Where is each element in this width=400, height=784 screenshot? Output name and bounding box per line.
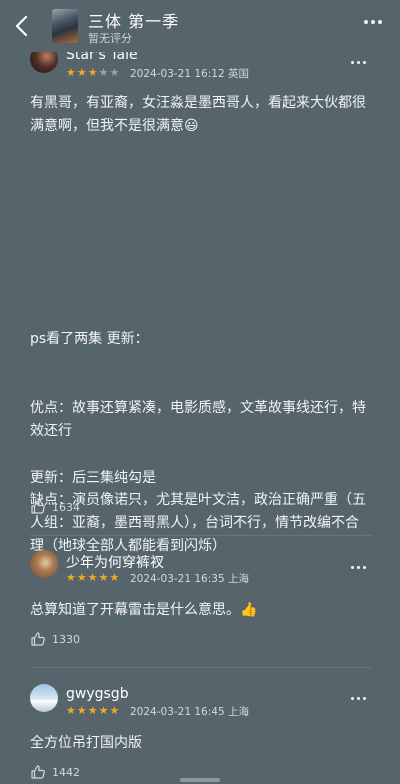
- review-username[interactable]: gwygsgb: [66, 686, 129, 702]
- thumbs-up-emoji: 👍: [240, 602, 258, 618]
- review-meta: 2024-03-21 16:35 上海: [130, 571, 249, 586]
- star-filled-icon: ★: [76, 571, 87, 584]
- review-meta: 2024-03-21 16:45 上海: [130, 704, 249, 719]
- home-indicator: [180, 778, 220, 782]
- review-divider: [30, 667, 372, 668]
- show-rating-status: 暂无评分: [88, 32, 132, 45]
- more-horizontal-icon: [351, 697, 354, 700]
- more-dot: [378, 20, 382, 24]
- star-filled-icon: ★: [98, 704, 109, 717]
- star-empty-icon: ★: [109, 66, 120, 79]
- review-date: 2024-03-21 16:35: [130, 573, 225, 585]
- review-final-update: 更新：后三集纯勾是: [30, 470, 156, 486]
- star-filled-icon: ★: [98, 571, 109, 584]
- thumbs-up-icon: [31, 500, 45, 514]
- review-text: 总算知道了开幕雷击是什么意思。: [30, 602, 240, 618]
- review-content: 全方位吊打国内版: [30, 735, 142, 751]
- star-filled-icon: ★: [109, 571, 120, 584]
- rating-stars: ★ ★ ★ ★ ★: [66, 67, 119, 79]
- star-filled-icon: ★: [76, 66, 87, 79]
- update-line: 缺点：演员像诺只，尤其是叶文洁，政治正确严重（五人组：亚裔，墨西哥黑人），台词不…: [30, 492, 366, 554]
- review-more-button[interactable]: [351, 566, 366, 569]
- like-button[interactable]: 1442: [30, 764, 80, 780]
- update-line: 优点：故事还算紧凑，电影质感，文革故事线还行，特效还行: [30, 400, 366, 439]
- review-date: 2024-03-21 16:12: [130, 68, 225, 80]
- chevron-left-icon: [15, 15, 28, 37]
- review-date: 2024-03-21 16:45: [130, 706, 225, 718]
- star-filled-icon: ★: [109, 704, 120, 717]
- top-nav-bar: 三体 第一季 暂无评分: [0, 0, 400, 52]
- star-filled-icon: ★: [87, 704, 98, 717]
- like-button[interactable]: 1634: [30, 499, 80, 515]
- review-location: 上海: [227, 573, 249, 585]
- rating-stars: ★ ★ ★ ★ ★: [66, 572, 119, 584]
- more-dot: [363, 566, 366, 569]
- review-username[interactable]: 少年为何穿裤衩: [66, 552, 164, 572]
- avatar[interactable]: [30, 684, 58, 712]
- more-dot: [357, 566, 360, 569]
- more-dot: [371, 20, 375, 24]
- star-filled-icon: ★: [87, 66, 98, 79]
- review-location: 英国: [227, 68, 249, 80]
- like-button[interactable]: 1330: [30, 631, 80, 647]
- more-dot: [363, 697, 366, 700]
- more-dot: [357, 697, 360, 700]
- more-dot: [357, 61, 360, 64]
- like-count: 1634: [52, 500, 80, 514]
- review-content: 有黑哥，有亚裔，女汪淼是墨西哥人，看起来大伙都很满意啊，但我不是很满意😃: [30, 92, 372, 138]
- review-divider: [30, 535, 372, 536]
- update-line: ps看了两集 更新：: [30, 331, 149, 347]
- rating-stars: ★ ★ ★ ★ ★: [66, 705, 119, 717]
- avatar[interactable]: [30, 550, 58, 578]
- thumbs-up-icon: [31, 632, 45, 646]
- star-filled-icon: ★: [66, 571, 76, 584]
- back-button[interactable]: [8, 12, 34, 40]
- star-filled-icon: ★: [87, 571, 98, 584]
- star-filled-icon: ★: [76, 704, 87, 717]
- review-more-button[interactable]: [351, 697, 366, 700]
- like-count: 1330: [52, 632, 80, 646]
- more-horizontal-icon: [364, 20, 368, 24]
- review-meta: 2024-03-21 16:12 英国: [130, 66, 249, 81]
- smile-emoji: 😃: [184, 118, 199, 134]
- show-title[interactable]: 三体 第一季: [88, 8, 179, 32]
- review-more-button[interactable]: [351, 61, 366, 64]
- more-dot: [363, 61, 366, 64]
- review-location: 上海: [227, 706, 249, 718]
- thumbs-up-icon: [31, 765, 45, 779]
- star-empty-icon: ★: [98, 66, 109, 79]
- star-filled-icon: ★: [66, 704, 76, 717]
- more-options-button[interactable]: [364, 20, 382, 24]
- more-horizontal-icon: [351, 566, 354, 569]
- like-count: 1442: [52, 765, 80, 779]
- more-horizontal-icon: [351, 61, 354, 64]
- review-content: 总算知道了开幕雷击是什么意思。👍: [30, 599, 372, 622]
- star-filled-icon: ★: [66, 66, 76, 79]
- show-poster-thumbnail[interactable]: [52, 9, 78, 43]
